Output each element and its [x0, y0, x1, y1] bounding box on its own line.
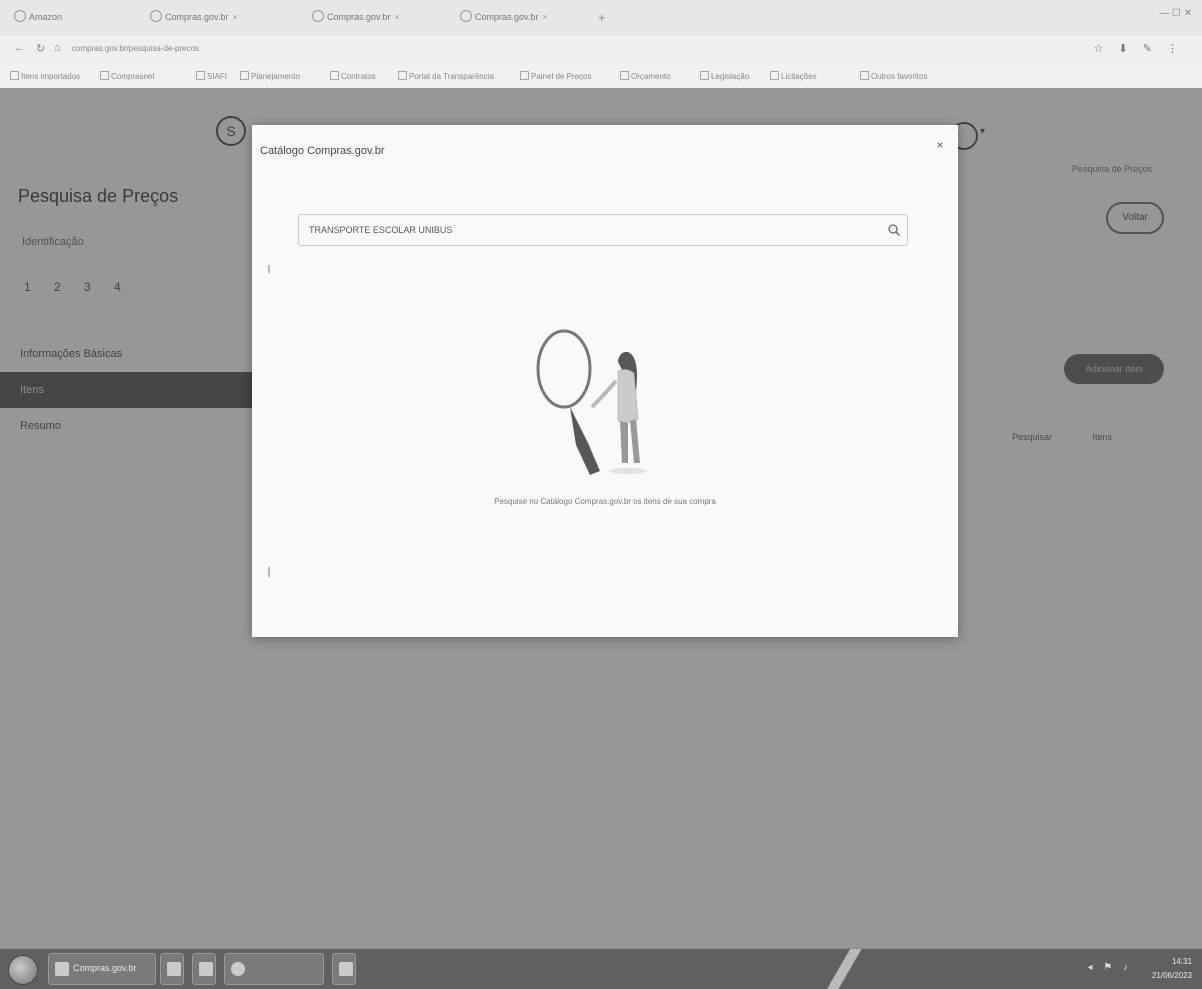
tab-label: Amazon	[29, 12, 63, 22]
taskbar-item[interactable]	[332, 953, 356, 985]
browser-tab[interactable]: Compras.gov.br ×	[312, 10, 462, 30]
bookmark-label: Itens importados	[21, 72, 81, 81]
catalog-search-input[interactable]	[309, 221, 869, 239]
tab-label: Compras.gov.br	[165, 12, 229, 22]
windows-start-icon[interactable]	[8, 955, 38, 985]
bookmark-label: Outros favoritos	[871, 72, 928, 81]
bookmark-item[interactable]: Contratos	[330, 71, 376, 81]
chrome-icon	[231, 962, 245, 976]
browser-tab[interactable]: Compras.gov.br ×	[150, 10, 300, 30]
bookmark-icon	[860, 71, 869, 80]
back-arrow-icon[interactable]: ←	[14, 42, 25, 54]
search-icon[interactable]	[887, 223, 901, 237]
bookmark-item[interactable]: Itens importados	[10, 71, 80, 81]
window-controls[interactable]: — ☐ ✕	[1159, 8, 1192, 19]
bookmark-label: Licitações	[781, 72, 817, 81]
browser-tabstrip: Amazon Compras.gov.br × Compras.gov.br × C…	[0, 0, 1202, 37]
reload-icon[interactable]: ↻	[36, 42, 45, 55]
taskbar-item[interactable]	[192, 953, 216, 985]
tab-favicon-icon	[150, 10, 162, 22]
bookmark-item[interactable]: Outros favoritos	[860, 71, 927, 81]
app-icon	[339, 962, 353, 976]
new-tab-button[interactable]: +	[598, 10, 606, 25]
home-icon[interactable]: ⌂	[54, 42, 61, 54]
catalog-modal: Catálogo Compras.gov.br × Pesquise no Ca…	[252, 125, 958, 637]
clock[interactable]: 14:31 21/06/2023	[1152, 955, 1192, 983]
bookmark-icon	[100, 71, 109, 80]
tab-close-icon[interactable]: ×	[394, 12, 399, 22]
close-icon[interactable]: ×	[932, 137, 948, 153]
browser-tab[interactable]: Amazon	[14, 10, 134, 30]
bookmark-label: Legislação	[711, 72, 750, 81]
taskbar-item[interactable]	[160, 953, 184, 985]
bookmark-label: Painel de Preços	[531, 72, 592, 81]
bookmark-item[interactable]: Legislação	[700, 71, 749, 81]
clock-date: 21/06/2023	[1151, 971, 1192, 980]
bookmark-label: Portal da Transparência	[409, 72, 494, 81]
screen: Amazon Compras.gov.br × Compras.gov.br × C…	[0, 0, 1202, 989]
tab-close-icon[interactable]: ×	[542, 12, 547, 22]
modal-title: Catálogo Compras.gov.br	[260, 145, 385, 157]
bookmark-icon	[240, 71, 249, 80]
taskbar-item[interactable]: Compras.gov.br	[48, 953, 156, 985]
taskbar-glare	[824, 949, 864, 989]
system-tray-icons[interactable]: ◂ ⚑ ♪	[1087, 962, 1132, 973]
taskbar: Compras.gov.br ◂ ⚑ ♪ 14:31 21/06/2023	[0, 948, 1202, 989]
bookmark-icon	[330, 71, 339, 80]
bookmark-item[interactable]: Planejamento	[240, 71, 300, 81]
bookmark-icon	[520, 71, 529, 80]
browser-tab[interactable]: Compras.gov.br ×	[460, 10, 590, 30]
catalog-search-box	[298, 214, 908, 246]
bookmark-item[interactable]: Painel de Preços	[520, 71, 591, 81]
bookmark-icon	[620, 71, 629, 80]
divider	[268, 567, 270, 577]
divider	[268, 265, 270, 273]
app-icon	[199, 962, 213, 976]
tab-favicon-icon	[14, 10, 26, 22]
bookmark-label: Orçamento	[631, 72, 671, 81]
url-field[interactable]: compras.gov.br/pesquisa-de-precos	[72, 44, 492, 53]
tab-favicon-icon	[460, 10, 472, 22]
taskbar-item-label: Compras.gov.br	[73, 963, 137, 973]
taskbar-item[interactable]	[224, 953, 324, 985]
bookmark-label: Comprasnet	[111, 72, 155, 81]
bookmark-item[interactable]: Comprasnet	[100, 71, 155, 81]
tab-favicon-icon	[312, 10, 324, 22]
tab-close-icon[interactable]: ×	[232, 12, 237, 22]
bookmark-icon	[770, 71, 779, 80]
bookmark-item[interactable]: SIAFI	[196, 71, 227, 81]
clock-time: 14:31	[1171, 957, 1192, 966]
bookmark-label: Planejamento	[251, 72, 300, 81]
app-icon	[167, 962, 181, 976]
bookmark-icon	[10, 71, 19, 80]
bookmark-icon	[398, 71, 407, 80]
tab-label: Compras.gov.br	[327, 12, 391, 22]
app-icon	[55, 962, 69, 976]
bookmark-item[interactable]: Licitações	[770, 71, 817, 81]
bookmark-icon	[700, 71, 709, 80]
bookmarks-bar: Itens importados Comprasnet SIAFI Planej…	[0, 64, 1202, 89]
empty-state-text: Pesquise no Catálogo Compras.gov.br os i…	[494, 497, 716, 506]
bookmark-label: Contratos	[341, 72, 376, 81]
bookmark-label: SIAFI	[207, 72, 228, 81]
extension-icons[interactable]: ☆ ⬇ ✎ ⋮	[1094, 42, 1184, 55]
address-bar: ← ↻ ⌂ compras.gov.br/pesquisa-de-precos …	[0, 36, 1202, 65]
magnifier-illustration	[536, 329, 646, 475]
bookmark-item[interactable]: Orçamento	[620, 71, 671, 81]
bookmark-icon	[196, 71, 205, 80]
bookmark-item[interactable]: Portal da Transparência	[398, 71, 494, 81]
tab-label: Compras.gov.br	[475, 12, 539, 22]
